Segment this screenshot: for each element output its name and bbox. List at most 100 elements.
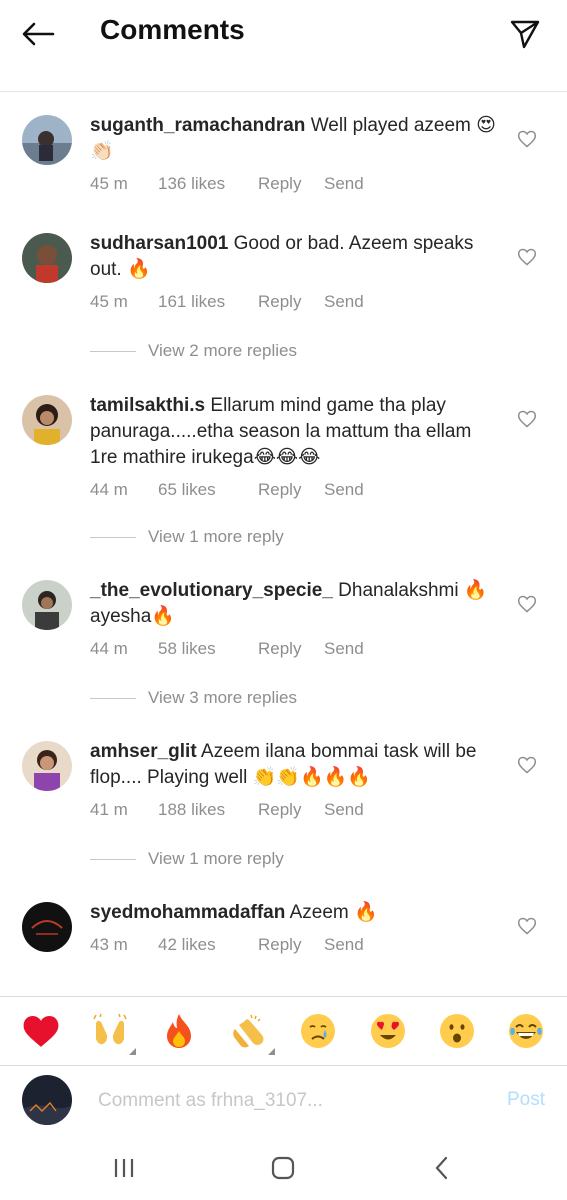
send-button[interactable]: Send [324, 171, 364, 197]
heart-icon[interactable] [517, 916, 537, 936]
view-replies-label: View 1 more reply [148, 527, 284, 546]
system-navigation-bar [0, 1137, 567, 1200]
more-triangle [267, 1048, 275, 1055]
heart-icon[interactable] [517, 409, 537, 429]
recent-apps-icon [114, 1159, 134, 1177]
crying-face-icon [301, 1014, 336, 1048]
avatar[interactable] [22, 233, 72, 283]
emoji-bar [0, 996, 567, 1066]
send-button[interactable]: Send [324, 636, 364, 662]
comment-username[interactable]: _the_evolutionary_specie_ [90, 580, 333, 601]
comment-time: 44 m [90, 480, 128, 499]
divider [90, 858, 136, 860]
reply-button[interactable]: Reply [258, 477, 324, 503]
view-replies-button[interactable]: View 1 more reply [90, 525, 284, 549]
heart-icon[interactable] [517, 755, 537, 775]
chevron-left-icon [435, 1156, 448, 1180]
reply-button[interactable]: Reply [258, 797, 324, 823]
recent-apps-button[interactable] [106, 1153, 142, 1183]
send-button[interactable]: Send [324, 477, 364, 503]
comment-meta: 45 m 161 likes Reply Send [90, 289, 500, 315]
emoji-surprised-button[interactable] [437, 1011, 477, 1051]
comment-input-row: Post [0, 1067, 567, 1137]
more-triangle [129, 1048, 137, 1055]
send-button[interactable]: Send [324, 932, 364, 958]
surprised-face-icon [439, 1014, 474, 1048]
emoji-laughing-button[interactable] [506, 1011, 546, 1051]
comment-likes[interactable]: 58 likes [158, 636, 258, 662]
avatar[interactable] [22, 115, 72, 165]
home-icon [271, 1156, 295, 1180]
comment-body: Azeem 🔥 [289, 902, 378, 923]
comment-likes[interactable]: 188 likes [158, 797, 258, 823]
heart-icon[interactable] [517, 247, 537, 267]
comment-likes[interactable]: 161 likes [158, 289, 258, 315]
emoji-crying-button[interactable] [298, 1011, 338, 1051]
raised-hands-icon [93, 1013, 127, 1045]
heart-eyes-face-icon [370, 1014, 405, 1048]
page-title: Comments [100, 14, 245, 45]
header: Comments [0, 0, 567, 92]
reply-button[interactable]: Reply [258, 289, 324, 315]
comment-likes[interactable]: 136 likes [158, 171, 258, 197]
back-nav-button[interactable] [424, 1153, 460, 1183]
comment-likes[interactable]: 65 likes [158, 477, 258, 503]
share-button[interactable] [505, 14, 545, 54]
view-replies-button[interactable]: View 2 more replies [90, 339, 297, 363]
avatar[interactable] [22, 395, 72, 445]
comment-text: suganth_ramachandran Well played azeem 😍… [90, 113, 500, 165]
comment-text: sudharsan1001 Good or bad. Azeem speaks … [90, 231, 500, 283]
comment-username[interactable]: suganth_ramachandran [90, 115, 305, 136]
send-button[interactable]: Send [324, 289, 364, 315]
emoji-heart-button[interactable] [21, 1011, 61, 1051]
send-button[interactable]: Send [324, 797, 364, 823]
avatar[interactable] [22, 902, 72, 952]
heart-icon[interactable] [517, 129, 537, 149]
current-user-avatar [22, 1075, 72, 1125]
view-replies-label: View 3 more replies [148, 688, 297, 707]
reply-button[interactable]: Reply [258, 636, 324, 662]
comment-likes[interactable]: 42 likes [158, 932, 258, 958]
comment-meta: 44 m 65 likes Reply Send [90, 477, 500, 503]
comment-time: 41 m [90, 800, 128, 819]
view-replies-label: View 1 more reply [148, 849, 284, 868]
red-heart-icon [23, 1015, 59, 1047]
comment-username[interactable]: syedmohammadaffan [90, 902, 285, 923]
comments-list[interactable]: suganth_ramachandran Well played azeem 😍… [0, 93, 567, 996]
view-replies-button[interactable]: View 1 more reply [90, 847, 284, 871]
divider [90, 697, 136, 699]
avatar[interactable] [22, 741, 72, 791]
comment-text: syedmohammadaffan Azeem 🔥 [90, 900, 500, 926]
reply-button[interactable]: Reply [258, 932, 324, 958]
tears-of-joy-face-icon [509, 1014, 544, 1048]
emoji-fire-button[interactable] [159, 1011, 199, 1051]
comment-text: tamilsakthi.s Ellarum mind game tha play… [90, 393, 500, 471]
comment-time: 43 m [90, 935, 128, 954]
clapping-hands-icon [233, 1014, 264, 1048]
emoji-heart-eyes-button[interactable] [368, 1011, 408, 1051]
comment-input[interactable] [98, 1087, 478, 1115]
heart-icon[interactable] [517, 594, 537, 614]
fire-icon [167, 1014, 192, 1048]
comment-text: amhser_glit Azeem ilana bommai task will… [90, 739, 500, 791]
avatar[interactable] [22, 580, 72, 630]
comment-meta: 44 m 58 likes Reply Send [90, 636, 500, 662]
home-button[interactable] [265, 1153, 301, 1183]
view-replies-label: View 2 more replies [148, 341, 297, 360]
comment-username[interactable]: sudharsan1001 [90, 233, 228, 254]
comment-time: 45 m [90, 174, 128, 193]
comment-time: 45 m [90, 292, 128, 311]
comment-meta: 41 m 188 likes Reply Send [90, 797, 500, 823]
view-replies-button[interactable]: View 3 more replies [90, 686, 297, 710]
emoji-clapping-button[interactable] [229, 1011, 275, 1055]
comment-username[interactable]: tamilsakthi.s [90, 395, 205, 416]
emoji-raised-hands-button[interactable] [90, 1011, 137, 1055]
reply-button[interactable]: Reply [258, 171, 324, 197]
paper-plane-icon [510, 20, 540, 49]
comment-time: 44 m [90, 639, 128, 658]
post-button[interactable]: Post [507, 1089, 545, 1111]
comment-text: _the_evolutionary_specie_ Dhanalakshmi 🔥… [90, 578, 500, 630]
comment-username[interactable]: amhser_glit [90, 741, 197, 762]
back-button[interactable] [18, 14, 58, 54]
divider [90, 536, 136, 538]
